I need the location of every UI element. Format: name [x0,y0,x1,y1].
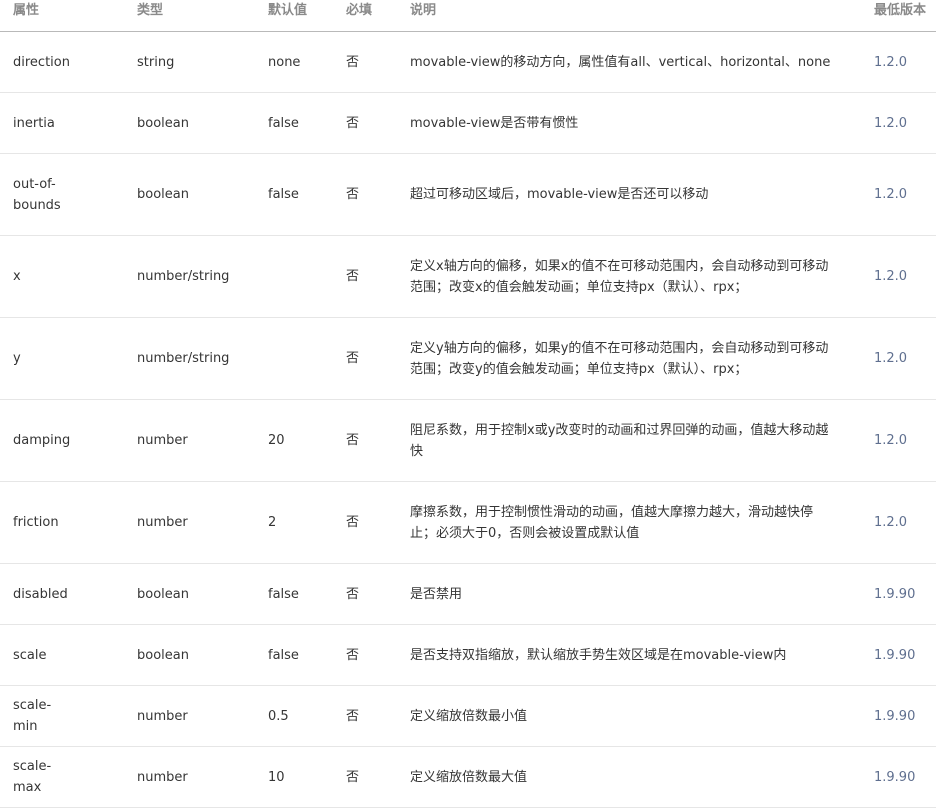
cell-type: string [137,54,175,70]
cell-attr: damping [13,433,71,448]
cell-version: 1.2.0 [874,187,908,202]
cell-type: number/string [137,269,230,284]
cell-type: boolean [137,187,189,202]
table-row: inertia boolean false 否 movable-view是否带有… [0,93,936,154]
cell-default: false [268,586,299,602]
cell-required: 否 [346,586,360,602]
cell-attr: scale-min [13,698,52,734]
header-type: 类型 [137,3,164,18]
cell-version: 1.9.90 [874,647,916,663]
cell-default: 0.5 [268,708,289,724]
cell-description: movable-view的移动方向，属性值有all、vertical、horiz… [410,54,831,70]
cell-type: number [137,515,188,530]
cell-required: 否 [346,515,360,530]
cell-attr: out-of-bounds [13,176,61,213]
cell-required: 否 [346,433,360,448]
cell-description: 定义缩放倍数最大值 [410,769,528,785]
cell-description: 是否禁用 [410,586,463,602]
cell-attr: inertia [13,115,55,131]
cell-description: 是否支持双指缩放，默认缩放手势生效区域是在movable-view内 [410,647,787,663]
table-row: scale-min number 0.5 否 定义缩放倍数最小值 1.9.90 [0,686,936,747]
table-row: disabled boolean false 否 是否禁用 1.9.90 [0,564,936,625]
table-row: x number/string 否 定义x轴方向的偏移，如果x的值不在可移动范围… [0,236,936,318]
cell-attr: disabled [13,586,68,602]
cell-description: 超过可移动区域后，movable-view是否还可以移动 [410,187,709,202]
cell-type: boolean [137,647,189,663]
cell-attr: scale-max [13,759,52,795]
cell-required: 否 [346,647,360,663]
cell-default: none [268,54,301,70]
cell-required: 否 [346,708,360,724]
cell-required: 否 [346,54,360,70]
header-min-version: 最低版本 [874,3,927,18]
cell-default: 20 [268,433,285,448]
cell-version: 1.9.90 [874,769,916,785]
table-row: friction number 2 否 摩擦系数，用于控制惯性滑动的动画，值越大… [0,482,936,564]
table-row: y number/string 否 定义y轴方向的偏移，如果y的值不在可移动范围… [0,318,936,400]
cell-description: movable-view是否带有惯性 [410,115,579,131]
cell-default: false [268,115,299,131]
cell-version: 1.2.0 [874,269,908,284]
cell-type: number [137,433,188,448]
cell-type: boolean [137,115,189,131]
cell-type: boolean [137,586,189,602]
cell-required: 否 [346,115,360,131]
header-attr: 属性 [13,3,40,18]
header-required: 必填 [346,3,373,18]
cell-attr: direction [13,54,70,70]
cell-description: 定义缩放倍数最小值 [410,708,528,724]
header-description: 说明 [410,3,437,18]
cell-description: 定义y轴方向的偏移，如果y的值不在可移动范围内，会自动移动到可移动范围；改变y的… [410,340,829,377]
table-row: out-of-bounds boolean false 否 超过可移动区域后，m… [0,154,936,236]
cell-type: number [137,708,188,724]
cell-attr: friction [13,515,59,530]
cell-attr: y [13,351,21,366]
table-row: scale boolean false 否 是否支持双指缩放，默认缩放手势生效区… [0,625,936,686]
cell-version: 1.2.0 [874,433,908,448]
cell-version: 1.2.0 [874,351,908,366]
cell-version: 1.2.0 [874,115,908,131]
cell-description: 定义x轴方向的偏移，如果x的值不在可移动范围内，会自动移动到可移动范围；改变x的… [410,258,829,295]
cell-required: 否 [346,769,360,785]
cell-version: 1.2.0 [874,54,908,70]
cell-type: number/string [137,351,230,366]
cell-version: 1.2.0 [874,515,908,530]
table-row: scale-max number 10 否 定义缩放倍数最大值 1.9.90 [0,747,936,808]
table-row: damping number 20 否 阻尼系数，用于控制x或y改变时的动画和过… [0,400,936,482]
cell-version: 1.9.90 [874,586,916,602]
cell-default [268,318,338,399]
cell-type: number [137,769,188,785]
cell-attr: x [13,269,21,284]
cell-default [268,236,338,317]
cell-default: false [268,187,299,202]
cell-default: 2 [268,515,277,530]
table-row: direction string none 否 movable-view的移动方… [0,32,936,93]
cell-default: 10 [268,769,285,785]
table-header: 属性 类型 默认值 必填 说明 最低版本 [0,0,936,32]
attributes-table: 属性 类型 默认值 必填 说明 最低版本 direction string no… [0,0,936,808]
cell-description: 阻尼系数，用于控制x或y改变时的动画和过界回弹的动画，值越大移动越快 [410,422,829,459]
cell-description: 摩擦系数，用于控制惯性滑动的动画，值越大摩擦力越大，滑动越快停止；必须大于0，否… [410,504,814,541]
cell-default: false [268,647,299,663]
cell-required: 否 [346,269,360,284]
header-default: 默认值 [268,3,308,18]
cell-version: 1.9.90 [874,708,916,724]
cell-required: 否 [346,187,360,202]
cell-attr: scale [13,647,47,663]
cell-required: 否 [346,351,360,366]
